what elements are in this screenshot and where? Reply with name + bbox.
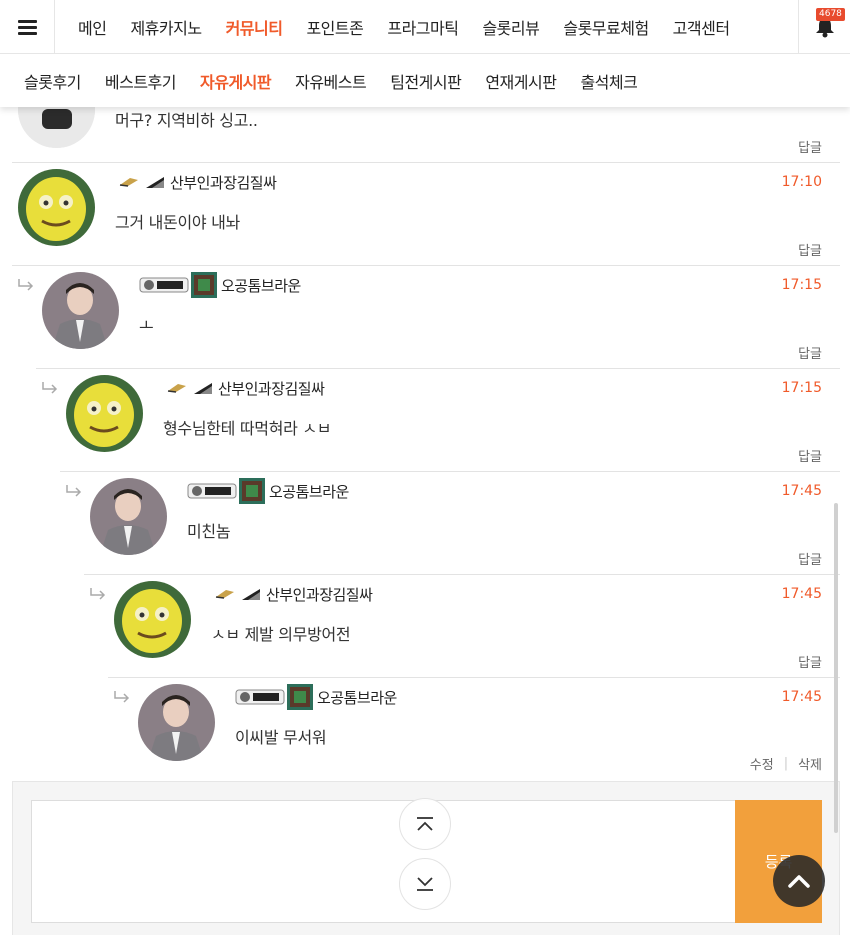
level-icon bbox=[139, 277, 189, 293]
reply-button[interactable]: 답글 bbox=[798, 240, 822, 259]
reply-button[interactable]: 답글 bbox=[798, 549, 822, 568]
avatar bbox=[18, 169, 95, 246]
subnav-item-free-best[interactable]: 자유베스트 bbox=[283, 69, 378, 93]
comment-item: 산부인과장김질싸 17:15 형수님한테 따먹혀라 ㅅㅂ 답글 bbox=[60, 369, 840, 472]
author-nickname[interactable]: 산부인과장김질싸 bbox=[218, 378, 325, 399]
hamburger-menu-button[interactable] bbox=[0, 0, 55, 54]
subnav-item-free-board[interactable]: 자유게시판 bbox=[188, 69, 283, 93]
comment-author: 산부인과장김질싸 bbox=[166, 377, 325, 399]
avatar bbox=[114, 581, 191, 658]
menu-item-point-zone[interactable]: 포인트존 bbox=[294, 15, 375, 39]
comment-text: 이씨발 무서워 bbox=[235, 728, 327, 747]
author-nickname[interactable]: 산부인과장김질싸 bbox=[266, 584, 373, 605]
reply-button[interactable]: 답글 bbox=[798, 652, 822, 671]
comment-author: 오공톰브라운 bbox=[187, 478, 349, 504]
comment-item: 오공톰브라운 17:45 미친놈 답글 bbox=[84, 472, 840, 575]
menu-item-support[interactable]: 고객센터 bbox=[661, 15, 742, 39]
chevron-up-icon bbox=[788, 875, 810, 888]
menu-item-main[interactable]: 메인 bbox=[66, 15, 118, 39]
comment-text: 그거 내돈이야 내놔 bbox=[115, 213, 240, 232]
comment-author: 산부인과장김질싸 bbox=[118, 171, 277, 193]
top-navigation: 메인 제휴카지노 커뮤니티 포인트존 프라그마틱 슬롯리뷰 슬롯무료체험 고객센… bbox=[0, 0, 850, 54]
notification-button[interactable]: 4678 bbox=[798, 0, 850, 54]
comment-item: 산부인과장김질싸 17:45 ㅅㅂ 제발 의무방어전 답글 bbox=[108, 575, 840, 678]
subnav-item-team-board[interactable]: 팀전게시판 bbox=[378, 69, 473, 93]
comment-text: 미친놈 bbox=[187, 522, 231, 541]
scrollbar[interactable] bbox=[834, 503, 838, 833]
comment-actions: 수정 | 삭제 bbox=[750, 754, 822, 773]
notification-badge: 4678 bbox=[816, 8, 845, 21]
menu-item-pragmatic[interactable]: 프라그마틱 bbox=[375, 15, 470, 39]
sub-navigation: 슬롯후기 베스트후기 자유게시판 자유베스트 팀전게시판 연재게시판 출석체크 bbox=[0, 54, 850, 107]
comment-text: 머구? 지역비하 싱고.. bbox=[115, 111, 258, 130]
comment-time: 17:45 bbox=[781, 483, 822, 499]
subnav-item-best-review[interactable]: 베스트후기 bbox=[93, 69, 188, 93]
menu-item-slot-review[interactable]: 슬롯리뷰 bbox=[470, 15, 551, 39]
comment-author: 오공톰브라운 bbox=[139, 272, 301, 298]
menu-item-community[interactable]: 커뮤니티 bbox=[214, 15, 295, 39]
hamburger-icon bbox=[17, 19, 37, 35]
comment-time: 17:15 bbox=[781, 380, 822, 396]
comment-time: 17:15 bbox=[781, 277, 822, 293]
level-icon bbox=[167, 384, 186, 393]
reply-arrow-icon bbox=[18, 279, 34, 291]
reply-button[interactable]: 답글 bbox=[798, 343, 822, 362]
comment-text: 형수님한테 따먹혀라 ㅅㅂ bbox=[163, 419, 332, 438]
comment-item: 산부인과장김질싸 17:10 그거 내돈이야 내놔 답글 bbox=[12, 163, 840, 266]
comment-time: 17:45 bbox=[781, 689, 822, 705]
comment-author: 오공톰브라운 bbox=[235, 684, 397, 710]
comment-time: 17:45 bbox=[781, 586, 822, 602]
rank-icon bbox=[287, 684, 313, 710]
arrow-up-to-top-icon bbox=[417, 817, 433, 831]
comment-list: 머구? 지역비하 싱고.. 답글 산부인과장김질싸 17:10 그거 내돈이야 … bbox=[0, 0, 850, 781]
avatar bbox=[138, 684, 215, 761]
menu-item-partner-casino[interactable]: 제휴카지노 bbox=[118, 15, 213, 39]
back-to-top-button[interactable] bbox=[773, 855, 825, 907]
subnav-item-series-board[interactable]: 연재게시판 bbox=[473, 69, 568, 93]
reply-arrow-icon bbox=[66, 485, 82, 497]
rank-icon bbox=[194, 383, 212, 394]
rank-icon bbox=[191, 272, 217, 298]
arrow-down-to-bottom-icon bbox=[417, 877, 433, 891]
main-menu: 메인 제휴카지노 커뮤니티 포인트존 프라그마틱 슬롯리뷰 슬롯무료체험 고객센… bbox=[66, 0, 742, 54]
comment-item: 오공톰브라운 17:45 이씨발 무서워 수정 | 삭제 bbox=[132, 678, 840, 781]
menu-item-free-slot[interactable]: 슬롯무료체험 bbox=[551, 15, 660, 39]
level-icon bbox=[235, 689, 285, 705]
comment-input[interactable] bbox=[31, 800, 736, 923]
author-nickname[interactable]: 오공톰브라운 bbox=[269, 481, 349, 502]
level-icon bbox=[119, 178, 138, 187]
author-nickname[interactable]: 오공톰브라운 bbox=[317, 687, 397, 708]
reply-arrow-icon bbox=[42, 382, 58, 394]
scroll-to-top-button[interactable] bbox=[399, 798, 451, 850]
comment-text: ㅅㅂ 제발 의무방어전 bbox=[211, 625, 351, 644]
comment-text: ㅗ bbox=[139, 316, 154, 335]
comment-time: 17:10 bbox=[781, 174, 822, 190]
rank-icon bbox=[242, 589, 260, 600]
reply-arrow-icon bbox=[114, 691, 130, 703]
comment-item: 오공톰브라운 17:15 ㅗ 답글 bbox=[36, 266, 840, 369]
reply-button[interactable]: 답글 bbox=[798, 446, 822, 465]
author-nickname[interactable]: 산부인과장김질싸 bbox=[170, 172, 277, 193]
subnav-item-attendance[interactable]: 출석체크 bbox=[568, 69, 649, 93]
level-icon bbox=[215, 590, 234, 599]
level-icon bbox=[187, 483, 237, 499]
delete-button[interactable]: 삭제 bbox=[798, 754, 822, 773]
rank-icon bbox=[239, 478, 265, 504]
rank-icon bbox=[146, 177, 164, 188]
scroll-to-bottom-button[interactable] bbox=[399, 858, 451, 910]
reply-button[interactable]: 답글 bbox=[798, 137, 822, 156]
divider: | bbox=[783, 756, 789, 771]
edit-button[interactable]: 수정 bbox=[750, 754, 774, 773]
reply-arrow-icon bbox=[90, 588, 106, 600]
avatar bbox=[66, 375, 143, 452]
avatar bbox=[90, 478, 167, 555]
author-nickname[interactable]: 오공톰브라운 bbox=[221, 275, 301, 296]
subnav-item-slot-review[interactable]: 슬롯후기 bbox=[12, 69, 93, 93]
comment-author: 산부인과장김질싸 bbox=[214, 583, 373, 605]
comment-item: 머구? 지역비하 싱고.. 답글 bbox=[12, 71, 840, 163]
avatar bbox=[42, 272, 119, 349]
